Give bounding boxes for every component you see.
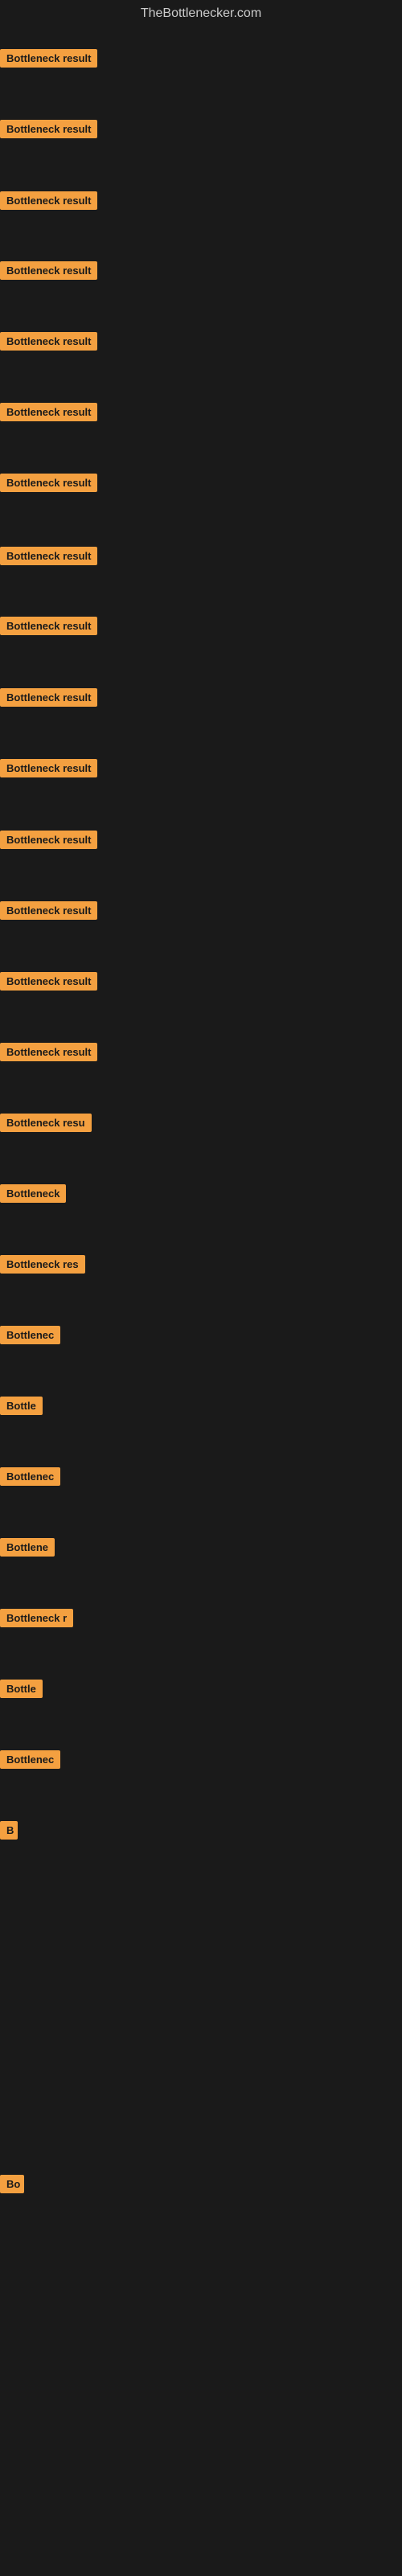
bottleneck-badge: B [0, 1821, 18, 1840]
bottleneck-item: Bottleneck result [0, 191, 97, 214]
bottleneck-badge: Bottleneck result [0, 474, 97, 492]
bottleneck-badge: Bottleneck result [0, 403, 97, 421]
bottleneck-badge: Bottleneck res [0, 1255, 85, 1274]
bottleneck-badge: Bottleneck result [0, 261, 97, 280]
bottleneck-badge: Bottlenec [0, 1467, 60, 1486]
bottleneck-item: Bottleneck result [0, 1043, 97, 1065]
bottleneck-item: Bottleneck result [0, 261, 97, 284]
bottleneck-badge: Bottleneck result [0, 120, 97, 138]
bottleneck-badge: Bottleneck result [0, 972, 97, 991]
bottleneck-item: Bottle [0, 1680, 43, 1702]
bottleneck-item: Bottleneck [0, 1184, 66, 1207]
bottleneck-item: Bottleneck result [0, 688, 97, 711]
bottleneck-badge: Bottleneck result [0, 617, 97, 635]
bottleneck-item: Bottleneck resu [0, 1114, 92, 1136]
bottleneck-item: B [0, 1821, 18, 1844]
bottleneck-badge: Bottleneck resu [0, 1114, 92, 1132]
bottleneck-badge: Bottle [0, 1680, 43, 1698]
bottleneck-item: Bottleneck result [0, 972, 97, 995]
bottleneck-item: Bottlenec [0, 1467, 60, 1490]
site-title: TheBottlenecker.com [0, 0, 402, 27]
bottleneck-badge: Bottleneck result [0, 688, 97, 707]
bottleneck-item: Bottlenec [0, 1326, 60, 1348]
bottleneck-badge: Bottlenec [0, 1326, 60, 1344]
bottleneck-badge: Bottleneck result [0, 191, 97, 210]
bottleneck-badge: Bottlene [0, 1538, 55, 1557]
bottleneck-item: Bottleneck result [0, 547, 97, 569]
bottleneck-item: Bottleneck result [0, 403, 97, 425]
bottleneck-badge: Bottleneck result [0, 759, 97, 777]
bottleneck-badge: Bottleneck result [0, 831, 97, 849]
bottleneck-badge: Bottlenec [0, 1750, 60, 1769]
bottleneck-item: Bo [0, 2175, 24, 2197]
bottleneck-badge: Bottleneck result [0, 49, 97, 68]
bottleneck-item: Bottlenec [0, 1750, 60, 1773]
bottleneck-badge: Bottleneck result [0, 547, 97, 565]
bottleneck-item: Bottleneck result [0, 49, 97, 72]
bottleneck-item: Bottlene [0, 1538, 55, 1561]
bottleneck-item: Bottleneck result [0, 901, 97, 924]
bottleneck-badge: Bottleneck result [0, 1043, 97, 1061]
bottleneck-item: Bottleneck result [0, 759, 97, 781]
bottleneck-item: Bottleneck result [0, 120, 97, 142]
bottleneck-badge: Bottleneck [0, 1184, 66, 1203]
bottleneck-item: Bottle [0, 1397, 43, 1419]
bottleneck-badge: Bottleneck result [0, 901, 97, 920]
bottleneck-item: Bottleneck result [0, 332, 97, 355]
bottleneck-item: Bottleneck result [0, 617, 97, 639]
bottleneck-badge: Bottle [0, 1397, 43, 1415]
bottleneck-item: Bottleneck result [0, 474, 97, 496]
bottleneck-item: Bottleneck result [0, 831, 97, 853]
bottleneck-item: Bottleneck r [0, 1609, 73, 1631]
bottleneck-badge: Bottleneck r [0, 1609, 73, 1627]
bottleneck-item: Bottleneck res [0, 1255, 85, 1278]
bottleneck-badge: Bo [0, 2175, 24, 2193]
bottleneck-badge: Bottleneck result [0, 332, 97, 351]
